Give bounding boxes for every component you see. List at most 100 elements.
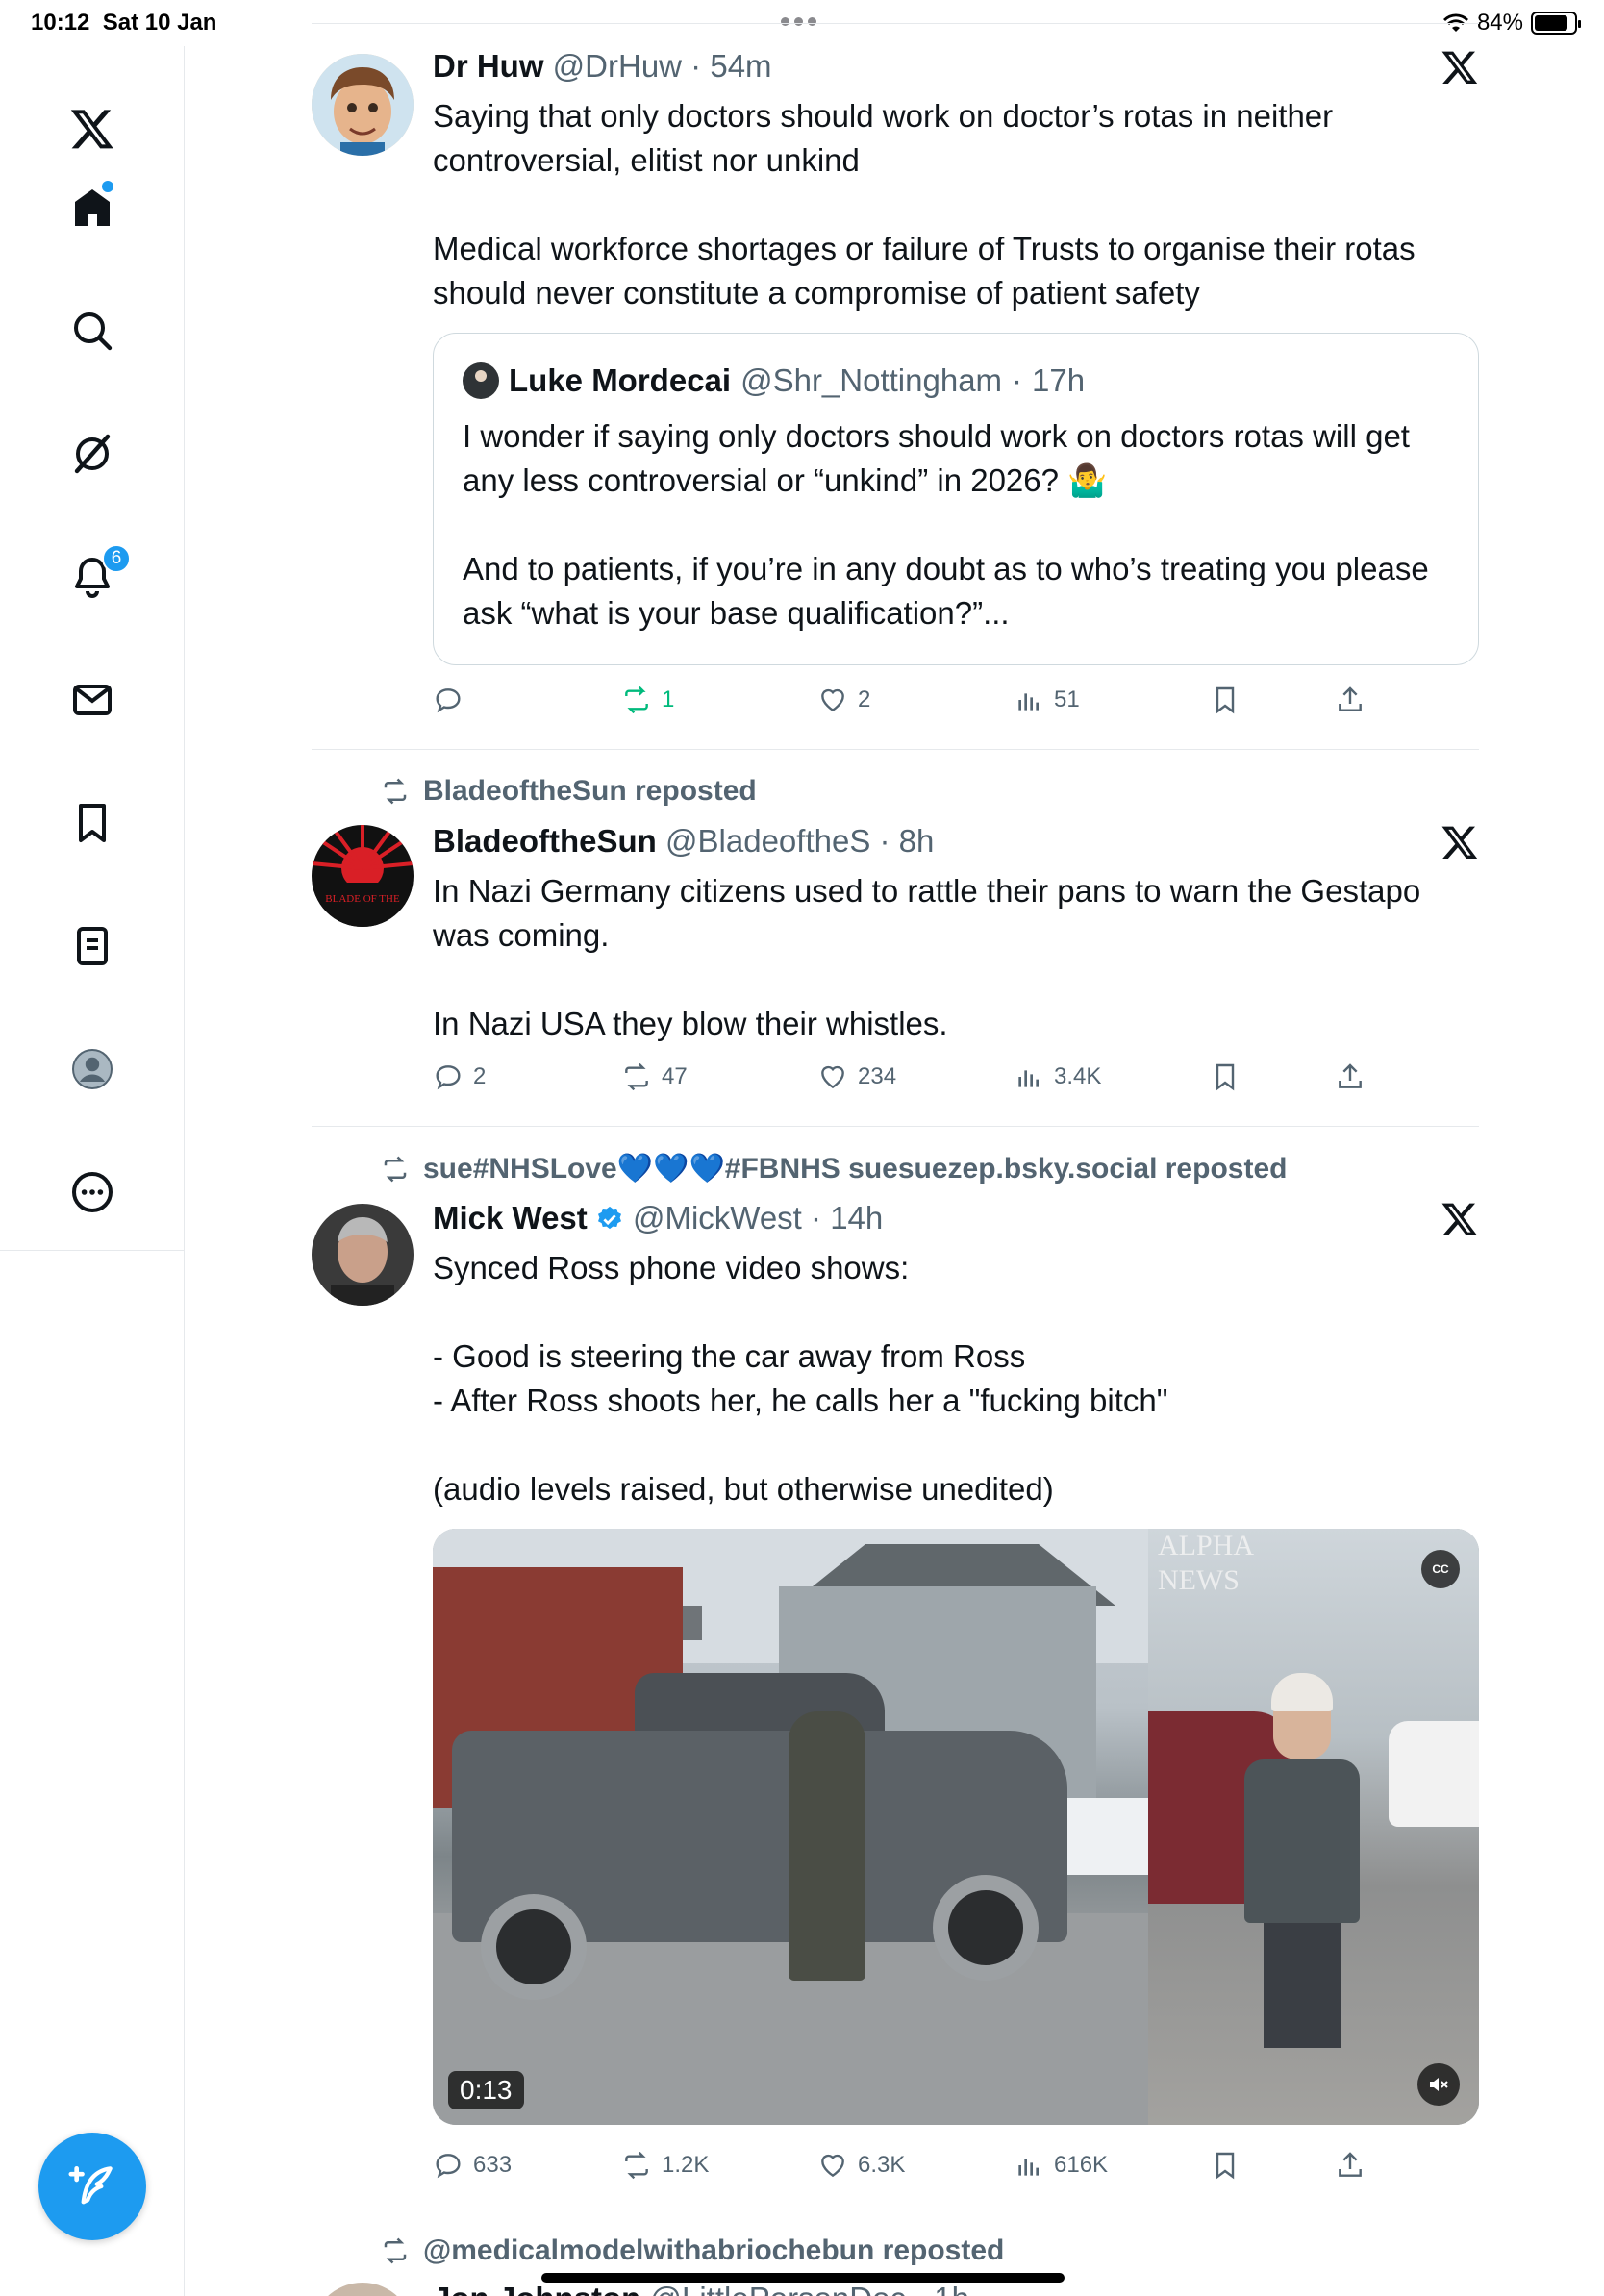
- video-duration: 0:13: [448, 2071, 524, 2109]
- repost-button[interactable]: 47: [621, 1061, 688, 1092]
- notifications-icon[interactable]: 6: [56, 540, 131, 613]
- like-button[interactable]: 2: [817, 685, 870, 715]
- status-time: 10:12 Sat 10 Jan: [31, 10, 217, 36]
- quote-author-handle: @Shr_Nottingham: [740, 362, 1003, 398]
- post-actions: 1 2 51: [433, 685, 1362, 723]
- lists-icon[interactable]: [56, 910, 129, 983]
- repost-icon: [384, 778, 407, 805]
- feed-top-divider: [312, 23, 1479, 24]
- views-button[interactable]: 51: [1014, 685, 1080, 715]
- author-name[interactable]: BladeoftheSun: [433, 823, 657, 859]
- author-name[interactable]: Jon Johnston: [433, 2281, 640, 2296]
- views-icon: [1018, 693, 1039, 711]
- notifications-badge: 6: [102, 544, 131, 573]
- quote-avatar: [463, 362, 499, 399]
- author-handle[interactable]: @DrHuw: [553, 48, 682, 84]
- captions-button[interactable]: CC: [1421, 1550, 1460, 1588]
- views-button[interactable]: 3.4K: [1014, 1061, 1101, 1092]
- grok-icon[interactable]: [56, 417, 129, 490]
- heart-icon: [821, 2154, 844, 2178]
- video-player[interactable]: ALPHA NEWS CC 0:13: [433, 1529, 1479, 2125]
- views-button[interactable]: 616K: [1014, 2150, 1108, 2181]
- avatar[interactable]: [312, 54, 414, 156]
- quote-text: I wonder if saying only doctors should w…: [463, 418, 1429, 631]
- quote-time: 17h: [1032, 362, 1086, 398]
- avatar[interactable]: [312, 1204, 414, 1306]
- repost-icon: [384, 1156, 407, 1182]
- repost-button[interactable]: 1: [621, 685, 674, 715]
- timeline-feed: Dr Huw @DrHuw · 54m Saying that only doc…: [312, 0, 1479, 2296]
- quote-author-name: Luke Mordecai: [509, 362, 732, 398]
- quoted-post[interactable]: Luke Mordecai @Shr_Nottingham · 17h I wo…: [433, 333, 1479, 665]
- post-header: Mick West @MickWest · 14h: [433, 1200, 884, 1235]
- video-frame-right: ALPHA NEWS: [1148, 1529, 1479, 2125]
- share-icon: [1339, 2152, 1362, 2177]
- reply-icon: [436, 688, 461, 713]
- reply-button[interactable]: 2: [433, 1061, 486, 1092]
- bookmark-icon: [1216, 2152, 1235, 2180]
- sidebar-nav: 6: [0, 46, 185, 2296]
- repost-icon: [625, 2151, 648, 2180]
- mute-button[interactable]: [1417, 2063, 1460, 2106]
- sidebar-divider: [0, 1250, 185, 1251]
- battery-percent: 84%: [1476, 10, 1523, 36]
- repost-attribution[interactable]: BladeoftheSun reposted: [381, 775, 757, 808]
- post-divider: [312, 749, 1479, 750]
- repost-button[interactable]: 1.2K: [621, 2150, 709, 2181]
- repost-attribution[interactable]: sue#NHSLove💙💙💙#FBNHS suesuezep.bsky.soci…: [381, 1152, 1287, 1185]
- post-time[interactable]: 14h: [830, 1200, 883, 1235]
- like-button[interactable]: 6.3K: [817, 2150, 905, 2181]
- views-icon: [1018, 2159, 1039, 2176]
- video-frame-left: [433, 1529, 1148, 2125]
- repost-icon: [625, 686, 648, 714]
- bookmark-button[interactable]: [1210, 2150, 1241, 2181]
- author-name[interactable]: Dr Huw: [433, 48, 544, 84]
- messages-icon[interactable]: [56, 663, 129, 736]
- avatar[interactable]: BLADE OF THE: [312, 825, 414, 927]
- author-handle[interactable]: @MickWest: [633, 1200, 802, 1235]
- home-unread-dot: [102, 181, 113, 192]
- share-icon: [1339, 686, 1362, 711]
- author-name[interactable]: Mick West: [433, 1200, 588, 1235]
- reply-icon: [436, 1065, 461, 1090]
- author-handle[interactable]: @LittlePersonDoc · 1h: [650, 2281, 969, 2296]
- bookmark-icon: [1216, 686, 1235, 714]
- author-handle[interactable]: @BladeoftheS: [665, 823, 870, 859]
- bookmark-icon: [1216, 1063, 1235, 1091]
- repost-attribution[interactable]: @medicalmodelwithabriochebun reposted: [381, 2234, 1004, 2267]
- post-actions: 2 47 234 3.4K: [433, 1061, 1362, 1100]
- verified-badge-icon: [597, 1206, 621, 1230]
- post-header: Jon Johnston @LittlePersonDoc · 1h: [433, 2281, 969, 2296]
- x-logo-icon[interactable]: [56, 92, 129, 165]
- x-logo-icon: [1441, 1203, 1478, 1235]
- battery-icon: [1531, 12, 1581, 35]
- share-button[interactable]: [1335, 685, 1366, 715]
- home-icon[interactable]: [56, 171, 129, 244]
- like-button[interactable]: 234: [817, 1061, 896, 1092]
- reply-button[interactable]: 633: [433, 2150, 512, 2181]
- avatar[interactable]: [312, 2283, 414, 2296]
- share-button[interactable]: [1335, 1061, 1366, 1092]
- share-icon: [1339, 1063, 1362, 1088]
- reply-button[interactable]: [433, 685, 473, 715]
- post-time[interactable]: 8h: [899, 823, 935, 859]
- more-icon[interactable]: [56, 1156, 129, 1229]
- post-divider: [312, 1126, 1479, 1127]
- share-button[interactable]: [1335, 2150, 1366, 2181]
- post-header: Dr Huw @DrHuw · 54m: [433, 48, 772, 84]
- heart-icon: [821, 1065, 844, 1089]
- bookmark-button[interactable]: [1210, 685, 1241, 715]
- reply-icon: [436, 2154, 461, 2179]
- post-time[interactable]: 54m: [710, 48, 771, 84]
- post-text: Synced Ross phone video shows: - Good is…: [433, 1250, 1168, 1507]
- bookmarks-icon[interactable]: [56, 786, 129, 860]
- muted-speaker-icon: [1430, 2078, 1448, 2091]
- quote-header: Luke Mordecai @Shr_Nottingham · 17h: [463, 362, 1085, 399]
- compose-icon: [68, 2166, 113, 2205]
- bookmark-button[interactable]: [1210, 1061, 1241, 1092]
- post-text: In Nazi Germany citizens used to rattle …: [433, 873, 1421, 1041]
- search-icon[interactable]: [56, 294, 129, 367]
- profile-icon[interactable]: [56, 1033, 129, 1106]
- compose-post-button[interactable]: [38, 2133, 146, 2240]
- home-indicator[interactable]: [541, 2273, 1065, 2283]
